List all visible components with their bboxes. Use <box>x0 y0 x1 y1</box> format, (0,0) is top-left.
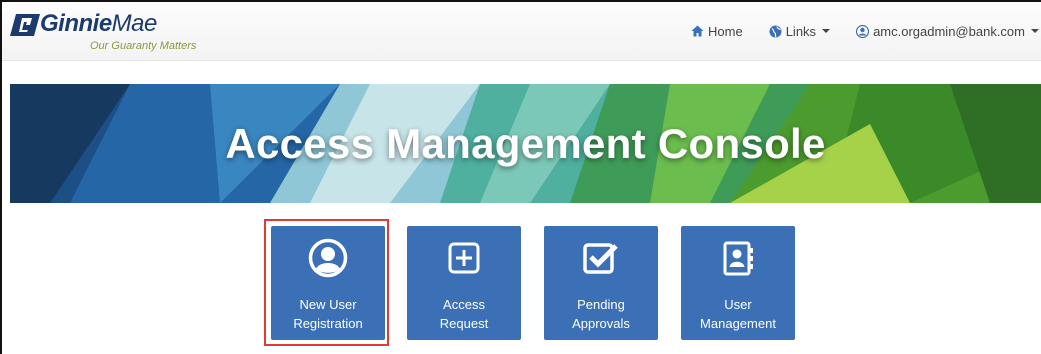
chevron-down-icon <box>1031 29 1039 33</box>
top-navbar: GinnieMae Our Guaranty Matters Home Link… <box>2 2 1041 61</box>
pending-approvals-tile[interactable]: Pending Approvals <box>544 226 658 340</box>
address-book-icon <box>723 241 753 276</box>
selection-highlight <box>264 219 389 346</box>
nav-user-dropdown[interactable]: amc.orgadmin@bank.com <box>856 24 1039 39</box>
nav-home[interactable]: Home <box>691 24 743 39</box>
nav-links-dropdown[interactable]: Links <box>769 23 831 39</box>
user-circle-icon <box>856 24 870 38</box>
ginnie-mae-logo[interactable]: GinnieMae Our Guaranty Matters <box>10 10 200 56</box>
user-management-tile[interactable]: User Management <box>681 226 795 340</box>
chevron-down-icon <box>822 29 831 33</box>
tile-label: Pending Approvals <box>572 297 630 331</box>
hero-banner: Access Management Console <box>10 84 1041 203</box>
nav-home-label: Home <box>708 23 743 39</box>
nav-right: Home Links amc.orgadmin@bank.com <box>665 2 1041 60</box>
home-icon <box>691 25 704 37</box>
tile-label: User Management <box>700 297 776 331</box>
globe-icon <box>769 25 782 37</box>
brand-name: GinnieMae <box>40 10 157 37</box>
page-title: Access Management Console <box>225 119 826 167</box>
nav-user-email: amc.orgadmin@bank.com <box>873 23 1025 39</box>
nav-links-label: Links <box>785 23 817 39</box>
brand-tagline: Our Guaranty Matters <box>90 40 197 52</box>
access-request-tile[interactable]: Access Request <box>407 226 521 340</box>
tile-label: Access Request <box>439 297 489 331</box>
plus-square-icon <box>448 242 480 274</box>
ginnie-mae-logo-icon <box>10 14 40 36</box>
check-square-icon <box>583 243 618 274</box>
